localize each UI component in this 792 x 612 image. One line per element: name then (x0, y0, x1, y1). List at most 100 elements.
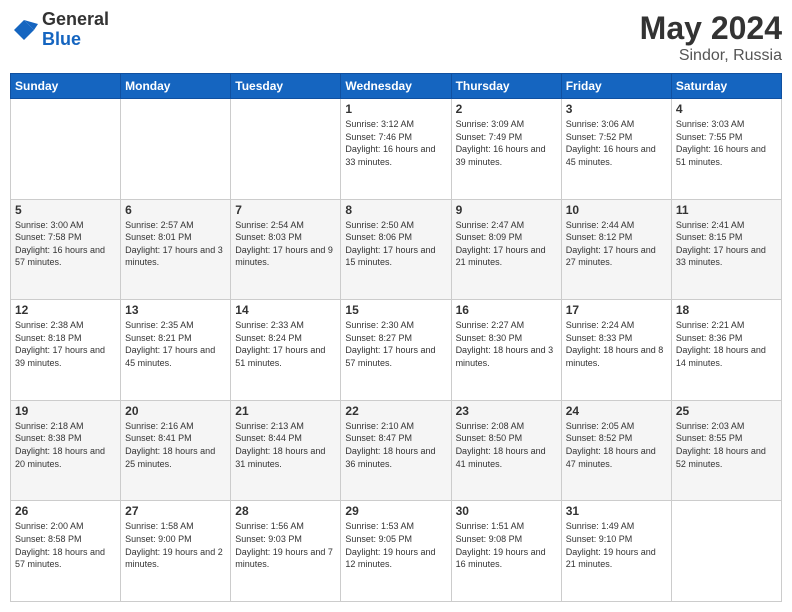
col-header-friday: Friday (561, 74, 671, 99)
day-number: 7 (235, 203, 336, 217)
day-info: Sunrise: 2:13 AM Sunset: 8:44 PM Dayligh… (235, 420, 336, 470)
day-info: Sunrise: 2:47 AM Sunset: 8:09 PM Dayligh… (456, 219, 557, 269)
day-number: 16 (456, 303, 557, 317)
calendar-cell: 9 Sunrise: 2:47 AM Sunset: 8:09 PM Daylig… (451, 199, 561, 300)
day-info: Sunrise: 2:21 AM Sunset: 8:36 PM Dayligh… (676, 319, 777, 369)
day-info: Sunrise: 1:56 AM Sunset: 9:03 PM Dayligh… (235, 520, 336, 570)
day-number: 4 (676, 102, 777, 116)
calendar-cell: 24 Sunrise: 2:05 AM Sunset: 8:52 PM Dayli… (561, 400, 671, 501)
logo-icon (10, 16, 38, 44)
day-number: 6 (125, 203, 226, 217)
calendar-cell: 25Sunrise: 2:03 AM Sunset: 8:55 PM Dayli… (671, 400, 781, 501)
col-header-tuesday: Tuesday (231, 74, 341, 99)
day-number: 17 (566, 303, 667, 317)
calendar-cell: 14 Sunrise: 2:33 AM Sunset: 8:24 PM Dayli… (231, 300, 341, 401)
calendar-cell: 4 Sunrise: 3:03 AM Sunset: 7:55 PM Daylig… (671, 99, 781, 200)
calendar-cell: 6 Sunrise: 2:57 AM Sunset: 8:01 PM Daylig… (121, 199, 231, 300)
day-info: Sunrise: 1:49 AM Sunset: 9:10 PM Dayligh… (566, 520, 667, 570)
calendar-cell (671, 501, 781, 602)
calendar-week-3: 19 Sunrise: 2:18 AM Sunset: 8:38 PM Dayli… (11, 400, 782, 501)
day-info: Sunrise: 2:38 AM Sunset: 8:18 PM Dayligh… (15, 319, 116, 369)
calendar-cell: 30Sunrise: 1:51 AM Sunset: 9:08 PM Dayli… (451, 501, 561, 602)
calendar-cell: 5 Sunrise: 3:00 AM Sunset: 7:58 PM Daylig… (11, 199, 121, 300)
calendar-header-row: SundayMondayTuesdayWednesdayThursdayFrid… (11, 74, 782, 99)
calendar-cell (121, 99, 231, 200)
day-number: 14 (235, 303, 336, 317)
day-info: Sunrise: 1:51 AM Sunset: 9:08 PM Dayligh… (456, 520, 557, 570)
day-info: Sunrise: 2:54 AM Sunset: 8:03 PM Dayligh… (235, 219, 336, 269)
calendar-cell: 22 Sunrise: 2:10 AM Sunset: 8:47 PM Dayli… (341, 400, 451, 501)
day-info: Sunrise: 3:00 AM Sunset: 7:58 PM Dayligh… (15, 219, 116, 269)
day-info: Sunrise: 2:08 AM Sunset: 8:50 PM Dayligh… (456, 420, 557, 470)
title-area: May 2024 Sindor, Russia (640, 10, 782, 65)
calendar-week-4: 26Sunrise: 2:00 AM Sunset: 8:58 PM Dayli… (11, 501, 782, 602)
calendar-cell: 3 Sunrise: 3:06 AM Sunset: 7:52 PM Daylig… (561, 99, 671, 200)
day-number: 8 (345, 203, 446, 217)
calendar-cell: 31 Sunrise: 1:49 AM Sunset: 9:10 PM Dayli… (561, 501, 671, 602)
day-number: 24 (566, 404, 667, 418)
page: General Blue May 2024 Sindor, Russia Sun… (0, 0, 792, 612)
day-info: Sunrise: 3:12 AM Sunset: 7:46 PM Dayligh… (345, 118, 446, 168)
calendar-cell: 18Sunrise: 2:21 AM Sunset: 8:36 PM Dayli… (671, 300, 781, 401)
day-number: 13 (125, 303, 226, 317)
day-info: Sunrise: 2:27 AM Sunset: 8:30 PM Dayligh… (456, 319, 557, 369)
day-number: 21 (235, 404, 336, 418)
col-header-sunday: Sunday (11, 74, 121, 99)
day-info: Sunrise: 3:09 AM Sunset: 7:49 PM Dayligh… (456, 118, 557, 168)
day-info: Sunrise: 2:18 AM Sunset: 8:38 PM Dayligh… (15, 420, 116, 470)
calendar-cell: 2 Sunrise: 3:09 AM Sunset: 7:49 PM Daylig… (451, 99, 561, 200)
day-number: 22 (345, 404, 446, 418)
day-number: 31 (566, 504, 667, 518)
calendar-cell: 26Sunrise: 2:00 AM Sunset: 8:58 PM Dayli… (11, 501, 121, 602)
day-number: 5 (15, 203, 116, 217)
day-info: Sunrise: 2:35 AM Sunset: 8:21 PM Dayligh… (125, 319, 226, 369)
calendar-cell: 12 Sunrise: 2:38 AM Sunset: 8:18 PM Dayli… (11, 300, 121, 401)
header: General Blue May 2024 Sindor, Russia (10, 10, 782, 65)
calendar-cell: 11Sunrise: 2:41 AM Sunset: 8:15 PM Dayli… (671, 199, 781, 300)
day-number: 9 (456, 203, 557, 217)
calendar-cell: 10Sunrise: 2:44 AM Sunset: 8:12 PM Dayli… (561, 199, 671, 300)
col-header-wednesday: Wednesday (341, 74, 451, 99)
day-info: Sunrise: 2:33 AM Sunset: 8:24 PM Dayligh… (235, 319, 336, 369)
logo-text: General Blue (42, 10, 109, 50)
calendar-cell: 23 Sunrise: 2:08 AM Sunset: 8:50 PM Dayli… (451, 400, 561, 501)
day-info: Sunrise: 2:44 AM Sunset: 8:12 PM Dayligh… (566, 219, 667, 269)
day-info: Sunrise: 2:50 AM Sunset: 8:06 PM Dayligh… (345, 219, 446, 269)
calendar-cell: 8 Sunrise: 2:50 AM Sunset: 8:06 PM Daylig… (341, 199, 451, 300)
calendar-cell: 7 Sunrise: 2:54 AM Sunset: 8:03 PM Daylig… (231, 199, 341, 300)
calendar-week-1: 5 Sunrise: 3:00 AM Sunset: 7:58 PM Daylig… (11, 199, 782, 300)
calendar-cell: 16 Sunrise: 2:27 AM Sunset: 8:30 PM Dayli… (451, 300, 561, 401)
day-number: 26 (15, 504, 116, 518)
calendar-table: SundayMondayTuesdayWednesdayThursdayFrid… (10, 73, 782, 602)
day-number: 2 (456, 102, 557, 116)
day-info: Sunrise: 2:05 AM Sunset: 8:52 PM Dayligh… (566, 420, 667, 470)
day-number: 19 (15, 404, 116, 418)
day-info: Sunrise: 2:57 AM Sunset: 8:01 PM Dayligh… (125, 219, 226, 269)
day-number: 3 (566, 102, 667, 116)
logo: General Blue (10, 10, 109, 50)
day-number: 11 (676, 203, 777, 217)
calendar-cell: 15Sunrise: 2:30 AM Sunset: 8:27 PM Dayli… (341, 300, 451, 401)
logo-blue: Blue (42, 30, 109, 50)
day-number: 12 (15, 303, 116, 317)
day-info: Sunrise: 2:16 AM Sunset: 8:41 PM Dayligh… (125, 420, 226, 470)
day-number: 25 (676, 404, 777, 418)
calendar-cell: 28Sunrise: 1:56 AM Sunset: 9:03 PM Dayli… (231, 501, 341, 602)
calendar-week-0: 1 Sunrise: 3:12 AM Sunset: 7:46 PM Daylig… (11, 99, 782, 200)
day-info: Sunrise: 2:24 AM Sunset: 8:33 PM Dayligh… (566, 319, 667, 369)
logo-general: General (42, 10, 109, 30)
day-number: 15 (345, 303, 446, 317)
subtitle: Sindor, Russia (640, 47, 782, 65)
calendar-cell (231, 99, 341, 200)
day-number: 1 (345, 102, 446, 116)
day-number: 29 (345, 504, 446, 518)
day-info: Sunrise: 3:03 AM Sunset: 7:55 PM Dayligh… (676, 118, 777, 168)
day-number: 23 (456, 404, 557, 418)
day-info: Sunrise: 2:10 AM Sunset: 8:47 PM Dayligh… (345, 420, 446, 470)
day-info: Sunrise: 3:06 AM Sunset: 7:52 PM Dayligh… (566, 118, 667, 168)
day-number: 27 (125, 504, 226, 518)
day-info: Sunrise: 1:58 AM Sunset: 9:00 PM Dayligh… (125, 520, 226, 570)
calendar-cell: 29Sunrise: 1:53 AM Sunset: 9:05 PM Dayli… (341, 501, 451, 602)
calendar-week-2: 12 Sunrise: 2:38 AM Sunset: 8:18 PM Dayli… (11, 300, 782, 401)
col-header-thursday: Thursday (451, 74, 561, 99)
